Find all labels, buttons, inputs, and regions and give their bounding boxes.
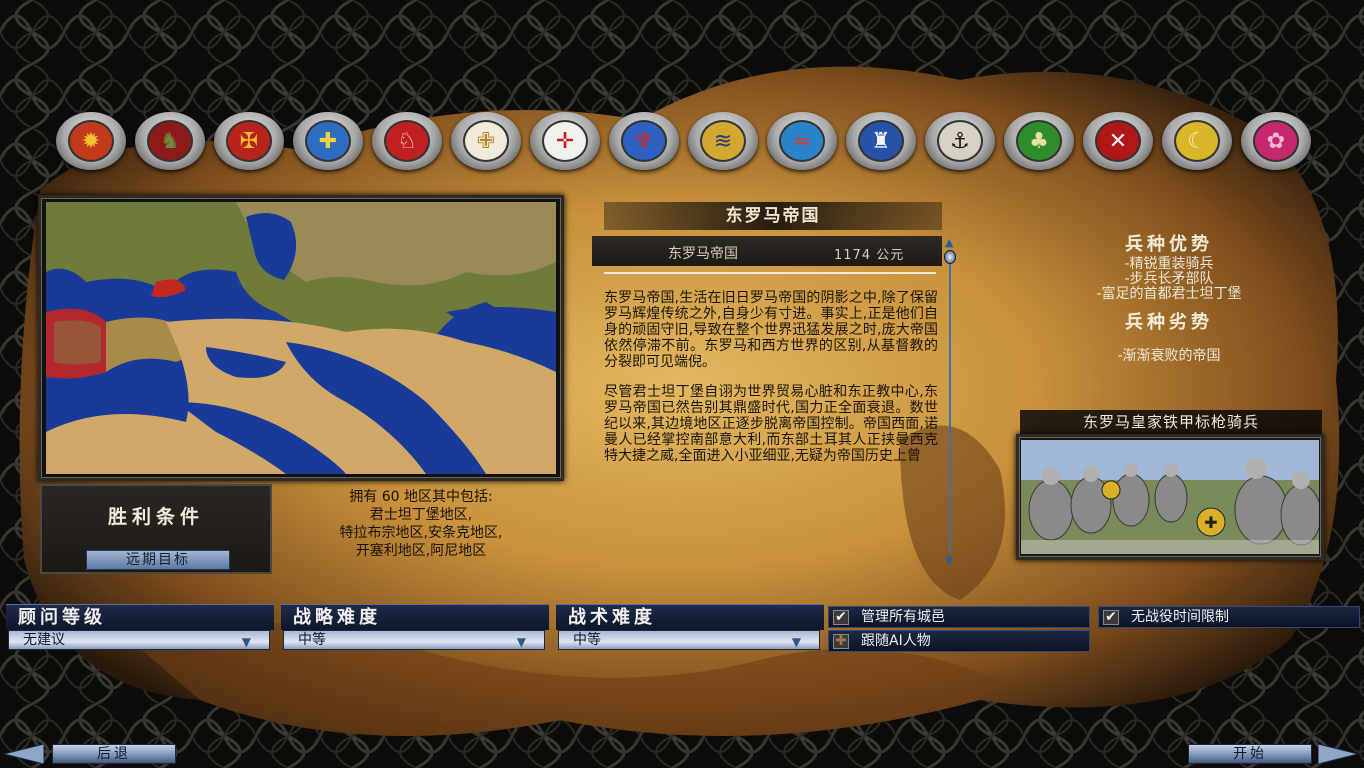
unit-cavalry-image[interactable]: ✚ [1021,440,1319,554]
dropdown-arrow-icon: ▼ [241,635,251,649]
long-term-goal-button[interactable]: 远期目标 [86,550,230,570]
advisor-level-label: 顾问等级 [6,604,274,630]
campaign-difficulty-setting: 战略难度 中等 ▼ [281,604,549,652]
follow-ai-characters-label: 跟随AI人物 [861,633,931,649]
victory-conditions-box: 胜利条件 远期目标 [40,484,272,574]
follow-ai-characters-checkbox[interactable]: ✚ 跟随AI人物 [828,630,1090,652]
campaign-difficulty-dropdown[interactable]: 中等 ▼ [283,630,545,650]
divider [604,272,936,274]
description-paragraph: 尽管君士坦丁堡自诩为世界贸易心脏和东正教中心,东罗马帝国已然告别其鼎盛时代,国力… [604,384,938,464]
description-scrollbar[interactable]: ▲ ▼ [944,236,956,570]
start-button[interactable]: 开始 [1186,744,1360,764]
faction-shield-sun[interactable]: ✹ [56,112,126,170]
strengths-title: 兵种优势 [1125,234,1213,255]
faction-shield-greek-cross[interactable]: ✙ [451,112,521,170]
arrow-left-icon [4,744,44,764]
advisor-level-setting: 顾问等级 无建议 ▼ [6,604,274,652]
campaign-difficulty-value: 中等 [298,632,326,648]
no-time-limit-checkbox[interactable]: ✔ 无战役时间限制 [1098,606,1360,628]
greek-cross-emblem-icon: ✙ [463,120,509,162]
faction-shield-wave[interactable]: ≈ [767,112,837,170]
lion-emblem-icon: ♘ [384,120,430,162]
faction-shield-red-lion[interactable]: ♞ [135,112,205,170]
battle-difficulty-dropdown[interactable]: 中等 ▼ [558,630,820,650]
chevron-emblem-icon: ≋ [700,120,746,162]
faction-shield-castle[interactable]: ♜ [846,112,916,170]
unchecked-icon: ✚ [833,634,849,649]
ship-emblem-icon: ⚓ [937,120,983,162]
jerusalem-cross-emblem-icon: ✛ [542,120,588,162]
checkmark-icon: ✔ [1103,610,1119,625]
wyvern-emblem-icon: ♆ [621,120,667,162]
faction-title: 东罗马帝国 [604,202,942,230]
start-year: 1174 公元 [834,248,905,263]
castle-emblem-icon: ♜ [858,120,904,162]
advisor-level-dropdown[interactable]: 无建议 ▼ [8,630,270,650]
strength-item: -富足的首都君士坦丁堡 [1096,286,1242,302]
back-label: 后退 [52,744,176,764]
faction-minimap [46,202,556,474]
victory-conditions-text: 拥有 60 地区其中包括: 君士坦丁堡地区, 特拉布宗地区,安条克地区, 开塞利… [280,488,562,572]
campaign-difficulty-label: 战略难度 [281,604,549,630]
svg-text:✚: ✚ [1204,513,1217,532]
victory-conditions-title: 胜利条件 [107,506,204,528]
faction-name: 东罗马帝国 [668,246,738,262]
scroll-down-icon[interactable]: ▼ [945,554,953,567]
unit-strengths-panel: 兵种优势 -精锐重装骑兵 -步兵长矛部队 -富足的首都君士坦丁堡 兵种劣势 -渐… [1008,222,1330,388]
scrollbar-thumb[interactable] [944,250,956,264]
checkmark-icon: ✔ [833,610,849,625]
flower-emblem-icon: ✿ [1253,120,1299,162]
crescent-emblem-icon: ☾ [1174,120,1220,162]
faction-shield-tree[interactable]: ♣ [1004,112,1074,170]
cross-emblem-icon: ✚ [305,120,351,162]
battle-difficulty-setting: 战术难度 中等 ▼ [556,604,824,652]
dropdown-arrow-icon: ▼ [791,635,801,649]
scroll-up-icon[interactable]: ▲ [945,236,953,249]
weakness-item: -渐渐衰败的帝国 [1117,348,1221,364]
back-button[interactable]: 后退 [4,744,178,764]
no-time-limit-label: 无战役时间限制 [1131,609,1229,625]
faction-selector: ✹ ♞ ✠ ✚ ♘ ✙ ✛ ♆ ≋ ≈ ♜ ⚓ ♣ ✕ ☾ ✿ [56,112,1311,172]
faction-shield-eagle[interactable]: ✠ [214,112,284,170]
scrollbar-track [949,254,951,554]
wave-emblem-icon: ≈ [779,120,825,162]
weaknesses-title: 兵种劣势 [1125,312,1213,333]
unit-name: 东罗马皇家铁甲标枪骑兵 [1020,410,1322,434]
advisor-level-value: 无建议 [23,632,65,648]
faction-shield-lion[interactable]: ♘ [372,112,442,170]
faction-shield-flower[interactable]: ✿ [1241,112,1311,170]
faction-shield-jerusalem-cross[interactable]: ✛ [530,112,600,170]
red-lion-emblem-icon: ♞ [147,120,193,162]
crossed-swords-emblem-icon: ✕ [1095,120,1141,162]
eagle-emblem-icon: ✠ [226,120,272,162]
manage-all-settlements-label: 管理所有城邑 [861,609,945,625]
victory-line: 拥有 60 地区其中包括: [349,489,493,505]
faction-shield-crescent[interactable]: ☾ [1162,112,1232,170]
description-paragraph: 东罗马帝国,生活在旧日罗马帝国的阴影之中,除了保留罗马辉煌传统之外,自身少有寸进… [604,290,938,370]
faction-shield-wyvern[interactable]: ♆ [609,112,679,170]
faction-shield-chevron[interactable]: ≋ [688,112,758,170]
sun-emblem-icon: ✹ [68,120,114,162]
manage-all-settlements-checkbox[interactable]: ✔ 管理所有城邑 [828,606,1090,628]
faction-shield-crossed-swords[interactable]: ✕ [1083,112,1153,170]
faction-shield-ship[interactable]: ⚓ [925,112,995,170]
tree-emblem-icon: ♣ [1016,120,1062,162]
battle-difficulty-label: 战术难度 [556,604,824,630]
victory-line: 君士坦丁堡地区, [369,507,473,523]
victory-line: 开塞利地区,阿尼地区 [355,543,487,559]
victory-line: 特拉布宗地区,安条克地区, [339,525,503,541]
battle-difficulty-value: 中等 [573,632,601,648]
arrow-right-icon [1318,744,1358,764]
faction-description[interactable]: 东罗马帝国,生活在旧日罗马帝国的阴影之中,除了保留罗马辉煌传统之外,自身少有寸进… [604,290,938,570]
dropdown-arrow-icon: ▼ [516,635,526,649]
faction-shield-cross[interactable]: ✚ [293,112,363,170]
start-label: 开始 [1188,744,1312,764]
